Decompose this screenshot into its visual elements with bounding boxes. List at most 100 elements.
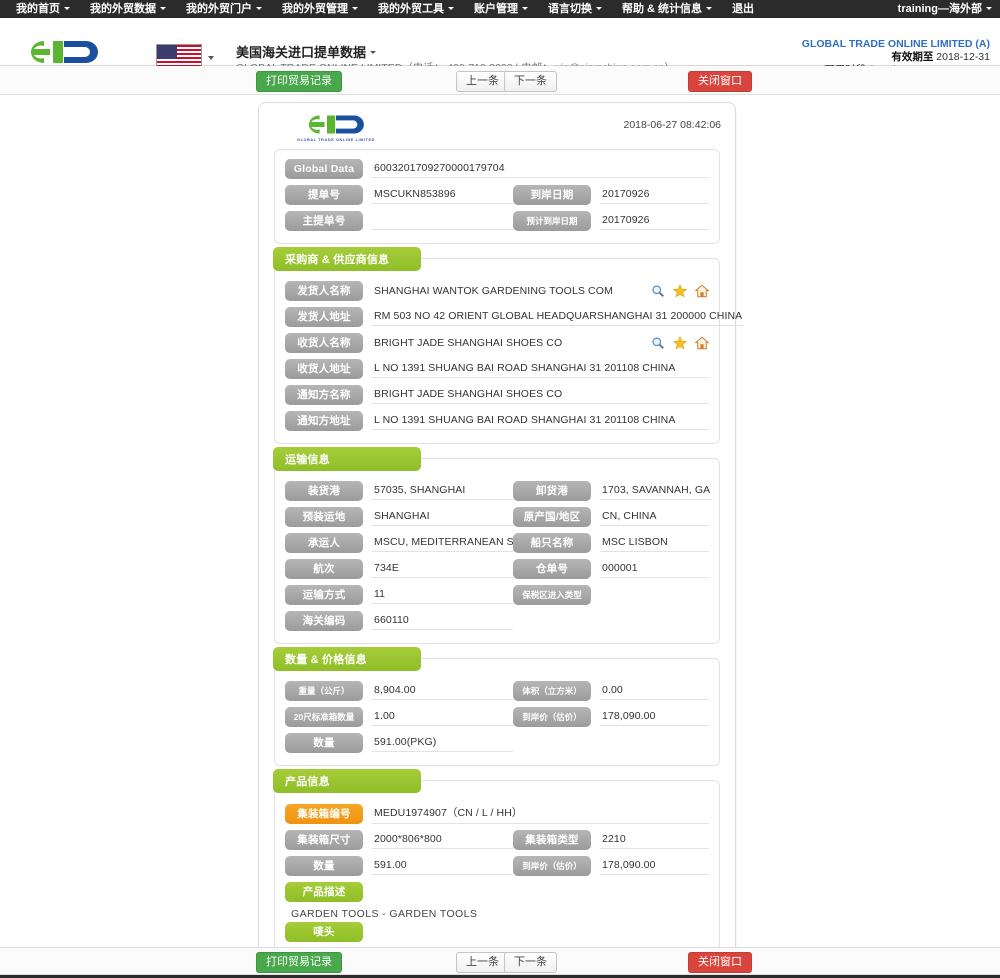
field-master-bl: 主提单号 [285, 211, 513, 231]
nav-item-language-switch[interactable]: 语言切换 [538, 0, 612, 18]
quantity-label: 数量 [285, 733, 363, 753]
previous-record-button-bottom[interactable]: 上一条 [456, 952, 509, 973]
print-trade-record-button-bottom[interactable]: 打印贸易记录 [256, 952, 342, 973]
preload-label: 预装运地 [285, 507, 363, 527]
chevron-down-icon [986, 6, 992, 10]
star-icon[interactable] [673, 336, 687, 350]
notify-address-label: 通知方地址 [285, 411, 363, 431]
bill-of-lading-document: GLOBAL TRADE ONLINE LIMITED 2018-06-27 0… [258, 102, 745, 978]
next-record-button-bottom[interactable]: 下一条 [504, 952, 557, 973]
row-bl-number: 提单号 MSCUKN853896 到岸日期 20170926 [285, 185, 709, 205]
home-icon[interactable] [695, 284, 709, 298]
close-window-button[interactable]: 关闭窗口 [688, 71, 752, 92]
field-global-data: Global Data 6003201709270000179704 [285, 159, 709, 179]
row-mark-label: 唛头 [285, 922, 709, 942]
row-consignee-name: 收货人名称 BRIGHT JADE SHANGHAI SHOES CO [285, 333, 709, 353]
identity-panel: Global Data 6003201709270000179704 提单号 M… [274, 149, 720, 244]
nav-item-trade-data[interactable]: 我的外贸数据 [80, 0, 176, 18]
ftz-label: 保税区进入类型 [513, 585, 591, 605]
account-label: training—海外部 [897, 3, 982, 15]
voyage-label: 航次 [285, 559, 363, 579]
parties-panel-title: 采购商 & 供应商信息 [273, 247, 421, 271]
hs-code-value: 660110 [372, 612, 513, 630]
nav-item-trade-tools[interactable]: 我的外贸工具 [368, 0, 464, 18]
nav-item-trade-portal[interactable]: 我的外贸门户 [176, 0, 272, 18]
teu-value: 1.00 [372, 708, 513, 726]
nav-item-help-stats[interactable]: 帮助 & 统计信息 [612, 0, 722, 18]
country-dropdown-caret-icon[interactable] [208, 56, 214, 60]
account-company: GLOBAL TRADE ONLINE LIMITED (A) [801, 38, 990, 50]
row-notify-address: 通知方地址 L NO 1391 SHUANG BAI ROAD SHANGHAI… [285, 411, 709, 431]
row-container-size-type: 集装箱尺寸 2000*806*800 集装箱类型 2210 [285, 830, 709, 850]
product-cif-label: 到岸价（估价） [513, 856, 591, 876]
container-no-value: MEDU1974907（CN / L / HH） [372, 803, 709, 824]
field-hs-code: 海关编码 660110 [285, 611, 513, 631]
origin-value: CN, CHINA [600, 508, 709, 526]
star-icon[interactable] [673, 284, 687, 298]
product-quantity-value: 591.00 [372, 857, 513, 875]
product-quantity-label: 数量 [285, 856, 363, 876]
consignee-address-label: 收货人地址 [285, 359, 363, 379]
transport-mode-value: 11 [372, 586, 513, 604]
nav-item-label: 我的外贸数据 [90, 3, 156, 15]
row-voyage-manifest: 航次 734E 仓单号 000001 [285, 559, 709, 579]
expiry-label: 有效期至 [891, 51, 934, 63]
hs-code-label: 海关编码 [285, 611, 363, 631]
consignee-name-value: BRIGHT JADE SHANGHAI SHOES CO [374, 336, 563, 349]
chevron-down-icon[interactable] [370, 51, 377, 55]
nav-item-label: 帮助 & 统计信息 [622, 3, 703, 15]
close-window-button-bottom[interactable]: 关闭窗口 [688, 952, 752, 973]
container-type-label: 集装箱类型 [513, 830, 591, 850]
nav-item-account-management[interactable]: 账户管理 [464, 0, 538, 18]
print-trade-record-button[interactable]: 打印贸易记录 [256, 71, 342, 92]
field-quantity: 数量 591.00(PKG) [285, 733, 513, 753]
field-consignee-name: 收货人名称 BRIGHT JADE SHANGHAI SHOES CO [285, 333, 709, 353]
field-teu: 20尺标准箱数量 1.00 [285, 707, 513, 727]
nav-item-label: 我的外贸管理 [282, 3, 348, 15]
est-arrival-label: 预计到岸日期 [513, 211, 591, 231]
account-menu[interactable]: training—海外部 [898, 0, 992, 18]
search-icon[interactable] [651, 336, 665, 350]
row-product-desc-label: 产品描述 [285, 882, 709, 902]
nav-item-logout[interactable]: 退出 [722, 0, 764, 18]
notify-name-value: BRIGHT JADE SHANGHAI SHOES CO [372, 386, 709, 404]
notify-address-value: L NO 1391 SHUANG BAI ROAD SHANGHAI 31 20… [372, 412, 709, 430]
field-manifest: 仓单号 000001 [513, 559, 709, 579]
flag-canton [157, 45, 177, 59]
bl-number-label: 提单号 [285, 185, 363, 205]
voyage-value: 734E [372, 560, 513, 578]
nav-item-home[interactable]: 我的首页 [6, 0, 80, 18]
document-stage: GLOBAL TRADE ONLINE LIMITED 2018-06-27 0… [0, 95, 1000, 978]
nav-item-label: 我的外贸工具 [378, 3, 444, 15]
preload-value: SHANGHAI [372, 508, 513, 526]
next-record-button[interactable]: 下一条 [504, 71, 557, 92]
bl-number-value: MSCUKN853896 [372, 186, 513, 204]
container-type-value: 2210 [600, 831, 709, 849]
field-shipper-address: 发货人地址 RM 503 NO 42 ORIENT GLOBAL HEADQUA… [285, 307, 745, 327]
row-master-bl: 主提单号 预计到岸日期 20170926 [285, 211, 709, 231]
field-product-cif: 到岸价（估价） 178,090.00 [513, 856, 709, 876]
field-notify-name: 通知方名称 BRIGHT JADE SHANGHAI SHOES CO [285, 385, 709, 405]
volume-value: 0.00 [600, 682, 709, 700]
parties-panel: 采购商 & 供应商信息 发货人名称 SHANGHAI WANTOK GARDEN… [273, 247, 745, 444]
shipping-mark-label: 唛头 [285, 922, 363, 942]
weight-value: 8,904.00 [372, 682, 513, 700]
home-icon[interactable] [695, 336, 709, 350]
field-origin: 原产国/地区 CN, CHINA [513, 507, 709, 527]
nav-item-trade-management[interactable]: 我的外贸管理 [272, 0, 368, 18]
field-ftz: 保税区进入类型 [513, 585, 709, 605]
field-consignee-address: 收货人地址 L NO 1391 SHUANG BAI ROAD SHANGHAI… [285, 359, 709, 379]
document-logo-tagline: GLOBAL TRADE ONLINE LIMITED [297, 138, 375, 142]
shipper-name-value: SHANGHAI WANTOK GARDENING TOOLS COM [374, 284, 613, 297]
global-data-label: Global Data [285, 159, 363, 179]
search-icon[interactable] [651, 284, 665, 298]
site-header: GLOBAL TRADE ONLINE LIMITED 美国海关进口提单数据 G… [0, 18, 1000, 76]
volume-label: 体积（立方米） [513, 681, 591, 701]
chevron-down-icon [522, 6, 528, 10]
previous-record-button[interactable]: 上一条 [456, 71, 509, 92]
field-vessel: 船只名称 MSC LISBON [513, 533, 709, 553]
container-no-label: 集装箱编号 [285, 803, 363, 824]
est-arrival-value: 20170926 [600, 212, 709, 230]
teu-label: 20尺标准箱数量 [285, 707, 363, 727]
row-teu-cif: 20尺标准箱数量 1.00 到岸价（估价） 178,090.00 [285, 707, 709, 727]
